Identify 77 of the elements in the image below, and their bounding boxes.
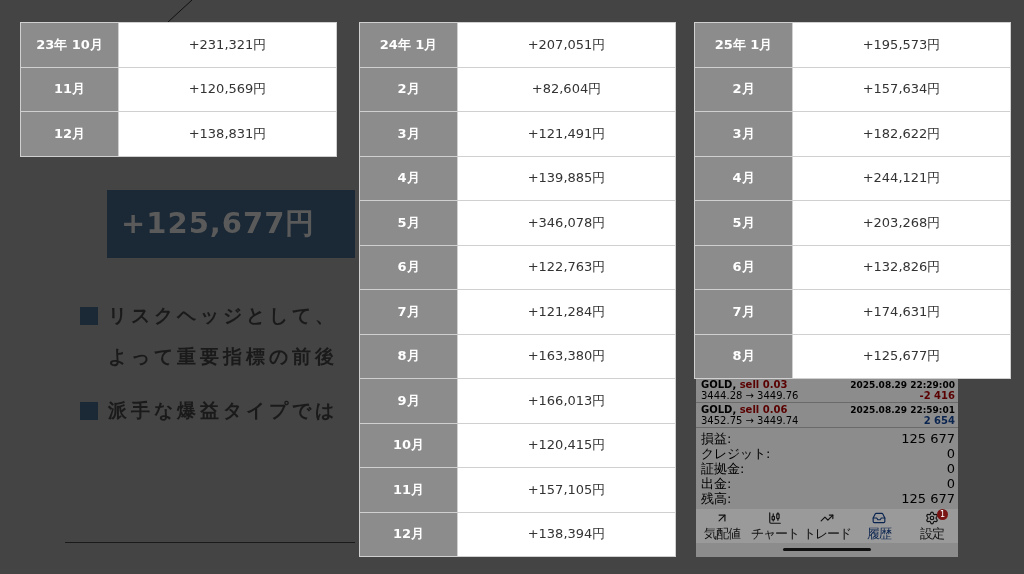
profit-cell: +231,321円 — [119, 23, 336, 67]
profit-cell: +157,634円 — [793, 67, 1010, 111]
month-cell: 8月 — [360, 334, 457, 378]
summary-label: 出金: — [701, 476, 732, 491]
trade-symbol: GOLD, sell 0.06 — [701, 404, 788, 415]
summary-value: 125 677 — [901, 431, 955, 446]
month-cell: 7月 — [695, 290, 792, 334]
profit-cell: +195,573円 — [793, 23, 1010, 67]
month-cell: 12月 — [360, 512, 457, 556]
profit-cell: +166,013円 — [458, 379, 675, 423]
trade-symbol: GOLD, sell 0.03 — [701, 379, 788, 390]
trade-profit: -2 416 — [919, 390, 955, 401]
month-cell: 23年 10月 — [21, 23, 118, 67]
profit-cell: +122,763円 — [458, 245, 675, 289]
profit-cell: +157,105円 — [458, 468, 675, 512]
nav-tab[interactable]: 気配値 — [696, 509, 749, 543]
month-cell: 10月 — [360, 423, 457, 467]
month-cell: 4月 — [695, 156, 792, 200]
trade-time: 2025.08.29 22:29:00 — [850, 380, 955, 390]
profit-cell: +121,284円 — [458, 290, 675, 334]
profit-cell: +244,121円 — [793, 156, 1010, 200]
summary-label: 残高: — [701, 491, 732, 506]
diagonal-line — [168, 0, 192, 22]
trade-prices: 3444.28 → 3449.76 — [701, 390, 799, 401]
profit-cell: +182,622円 — [793, 112, 1010, 156]
month-cell: 11月 — [360, 468, 457, 512]
summary-value: 125 677 — [901, 491, 955, 506]
month-cell: 6月 — [695, 245, 792, 289]
month-cell: 25年 1月 — [695, 23, 792, 67]
trade-time: 2025.08.29 22:59:01 — [850, 405, 955, 415]
month-cell: 11月 — [21, 67, 118, 111]
nav-tab[interactable]: トレード — [800, 509, 854, 543]
month-cell: 5月 — [695, 201, 792, 245]
profit-cell: +163,380円 — [458, 334, 675, 378]
month-cell: 8月 — [695, 334, 792, 378]
summary-value: 0 — [946, 446, 955, 461]
profit-cell: +120,415円 — [458, 423, 675, 467]
trade-profit: 2 654 — [923, 415, 955, 426]
month-cell: 2月 — [695, 67, 792, 111]
settings-icon — [924, 511, 939, 525]
nav-tab[interactable]: 履歴 — [853, 509, 906, 543]
inbox-icon — [872, 511, 887, 525]
month-cell: 9月 — [360, 379, 457, 423]
month-cell: 4月 — [360, 156, 457, 200]
profit-cell: +132,826円 — [793, 245, 1010, 289]
profit-cell: +82,604円 — [458, 67, 675, 111]
profit-cell: +207,051円 — [458, 23, 675, 67]
profit-cell: +138,394円 — [458, 512, 675, 556]
profit-cell: +203,268円 — [793, 201, 1010, 245]
profit-cell: +139,885円 — [458, 156, 675, 200]
month-cell: 6月 — [360, 245, 457, 289]
profit-cell: +120,569円 — [119, 67, 336, 111]
profit-cell: +138,831円 — [119, 112, 336, 156]
summary-label: 証拠金: — [701, 461, 745, 476]
candlestick-icon — [767, 511, 782, 525]
trade-prices: 3452.75 → 3449.74 — [701, 415, 799, 426]
month-cell: 5月 — [360, 201, 457, 245]
month-cell: 24年 1月 — [360, 23, 457, 67]
nav-tab[interactable]: 設定 1 — [905, 509, 959, 543]
month-cell: 3月 — [360, 112, 457, 156]
bullet-square — [80, 402, 98, 420]
nav-tab[interactable]: チャート — [748, 509, 801, 543]
profit-cell: +174,631円 — [793, 290, 1010, 334]
month-cell: 7月 — [360, 290, 457, 334]
profit-cell: +125,677円 — [793, 334, 1010, 378]
month-cell: 3月 — [695, 112, 792, 156]
summary-value: 0 — [946, 461, 955, 476]
amount-banner: +125,677円 — [107, 190, 355, 258]
profit-cell: +121,491円 — [458, 112, 675, 156]
month-cell: 12月 — [21, 112, 118, 156]
profit-cell: +346,078円 — [458, 201, 675, 245]
month-cell: 2月 — [360, 67, 457, 111]
summary-value: 0 — [946, 476, 955, 491]
bullet-square — [80, 307, 98, 325]
notification-badge: 1 — [937, 509, 949, 520]
summary-label: 損益: — [701, 431, 732, 446]
summary-label: クレジット: — [701, 446, 771, 461]
